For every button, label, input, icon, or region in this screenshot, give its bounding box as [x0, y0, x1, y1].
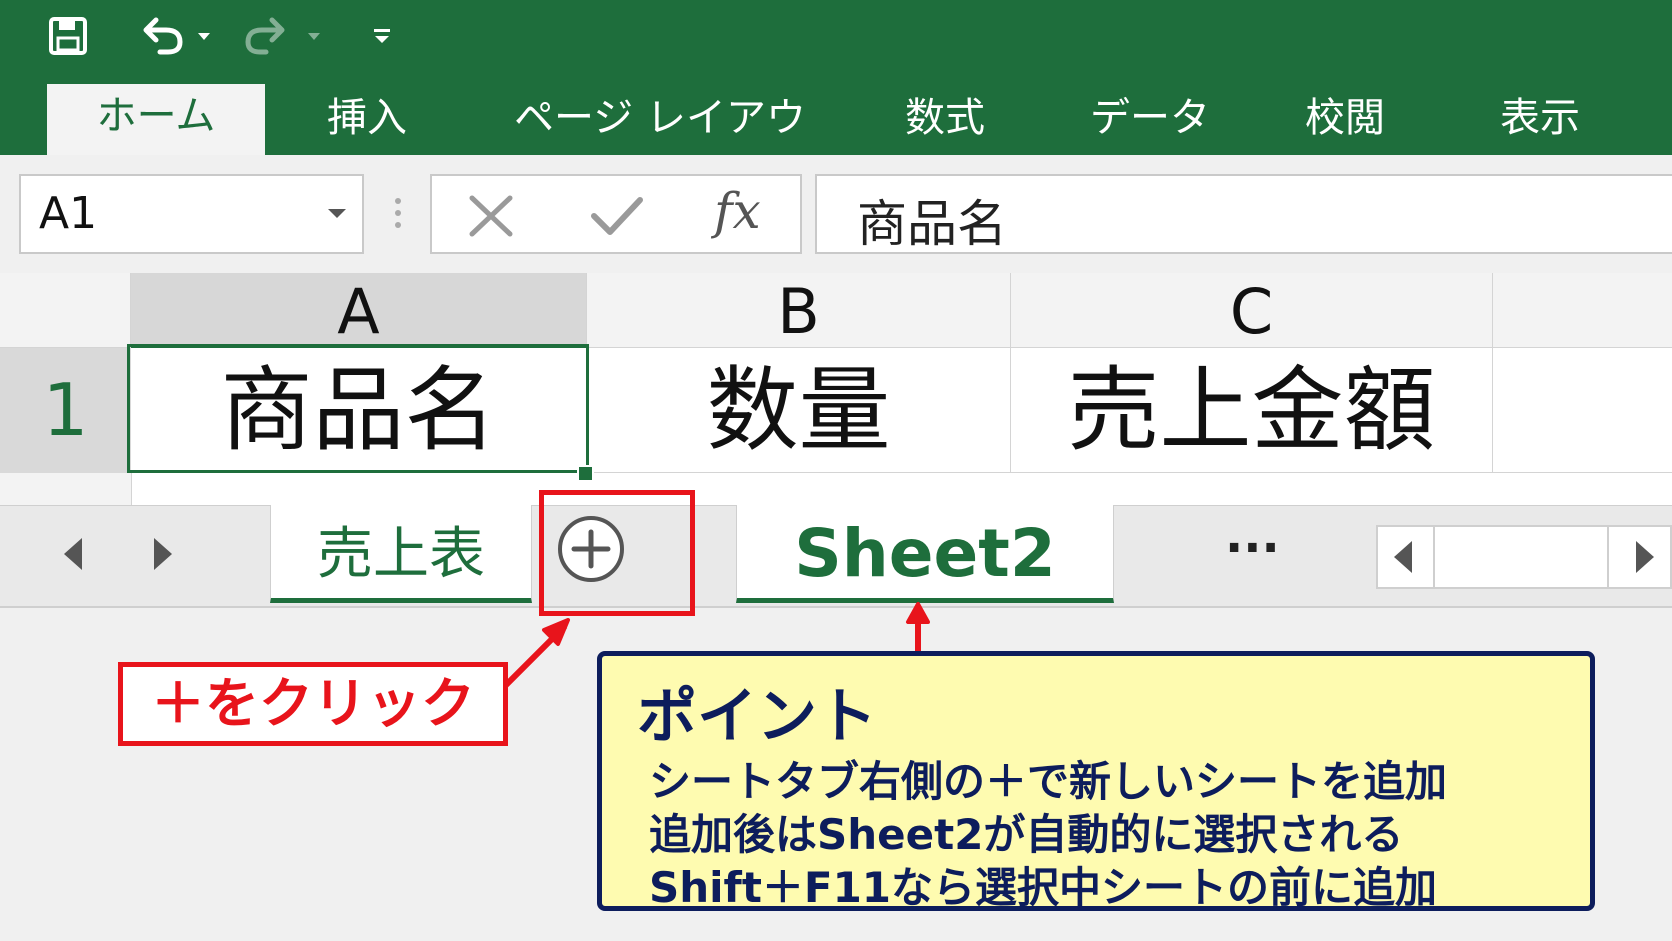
- undo-dropdown-icon[interactable]: [196, 28, 212, 47]
- cell-b1[interactable]: 数量: [587, 348, 1011, 473]
- row-2-cells[interactable]: [131, 473, 1672, 505]
- point-note: ポイント シートタブ右側の＋で新しいシートを追加 追加後はSheet2が自動的に…: [597, 651, 1595, 912]
- formula-buttons: fx: [430, 174, 802, 254]
- cell-d1[interactable]: [1493, 348, 1672, 473]
- tab-data[interactable]: データ: [1085, 86, 1215, 155]
- tab-home[interactable]: ホーム: [47, 84, 265, 155]
- point-line-2: 追加後はSheet2が自動的に選択される: [649, 810, 1404, 859]
- separator-dots-icon: [392, 196, 404, 234]
- scroll-left-icon[interactable]: [62, 536, 84, 576]
- redo-icon[interactable]: [240, 16, 288, 56]
- name-box-value: A1: [39, 188, 98, 239]
- tab-view[interactable]: 表示: [1480, 86, 1600, 155]
- name-box[interactable]: A1: [19, 174, 364, 254]
- sheet-tab-label: 売上表: [317, 522, 485, 587]
- more-sheets-button[interactable]: ···: [1225, 518, 1280, 578]
- cancel-icon[interactable]: [468, 194, 514, 242]
- scrollbar-right-arrow-icon[interactable]: [1634, 539, 1656, 579]
- horizontal-scrollbar[interactable]: [1376, 525, 1672, 589]
- sheet-tab-sheet2[interactable]: Sheet2: [736, 505, 1114, 603]
- click-plus-label: ＋をクリック: [151, 672, 475, 735]
- customize-icon[interactable]: [372, 26, 392, 50]
- arrow-to-sheet2-icon: [906, 602, 930, 655]
- row-header-2[interactable]: [0, 473, 131, 505]
- column-header-d[interactable]: [1493, 273, 1672, 348]
- enter-check-icon[interactable]: [590, 194, 644, 242]
- point-line-1: シートタブ右側の＋で新しいシートを追加: [649, 757, 1448, 806]
- fill-handle[interactable]: [577, 465, 594, 482]
- redo-dropdown-icon[interactable]: [306, 28, 322, 47]
- scrollbar-thumb[interactable]: [1433, 527, 1609, 587]
- corner-select-all[interactable]: [0, 273, 131, 348]
- tab-review[interactable]: 校閲: [1285, 86, 1405, 155]
- undo-icon[interactable]: [140, 16, 188, 56]
- formula-input[interactable]: 商品名: [815, 174, 1672, 254]
- arrow-to-plus-icon: [502, 618, 570, 689]
- tab-page-layout[interactable]: ページ レイアウト: [505, 86, 815, 205]
- column-header-c[interactable]: C: [1011, 273, 1493, 348]
- insert-function-button[interactable]: fx: [714, 182, 761, 240]
- point-line-3: Shift＋F11なら選択中シートの前に追加: [649, 863, 1438, 912]
- sheet-tab-label: Sheet2: [794, 515, 1056, 592]
- tab-insert[interactable]: 挿入: [292, 86, 442, 155]
- column-header-a[interactable]: A: [131, 273, 587, 348]
- sheet-tab-sales[interactable]: 売上表: [270, 505, 532, 603]
- selected-cell-border: [127, 344, 589, 473]
- point-title: ポイント: [637, 682, 877, 752]
- scrollbar-left-arrow-icon[interactable]: [1392, 539, 1414, 579]
- chevron-down-icon[interactable]: [326, 206, 348, 225]
- scroll-right-icon[interactable]: [152, 536, 174, 576]
- cell-c1[interactable]: 売上金額: [1011, 348, 1493, 473]
- row-header-1[interactable]: 1: [0, 348, 131, 473]
- save-icon[interactable]: [48, 16, 88, 56]
- formula-value: 商品名: [857, 195, 1007, 253]
- tab-formulas[interactable]: 数式: [880, 86, 1010, 155]
- column-header-b[interactable]: B: [587, 273, 1011, 348]
- click-plus-callout: ＋をクリック: [118, 662, 508, 746]
- new-sheet-highlight: [539, 490, 695, 616]
